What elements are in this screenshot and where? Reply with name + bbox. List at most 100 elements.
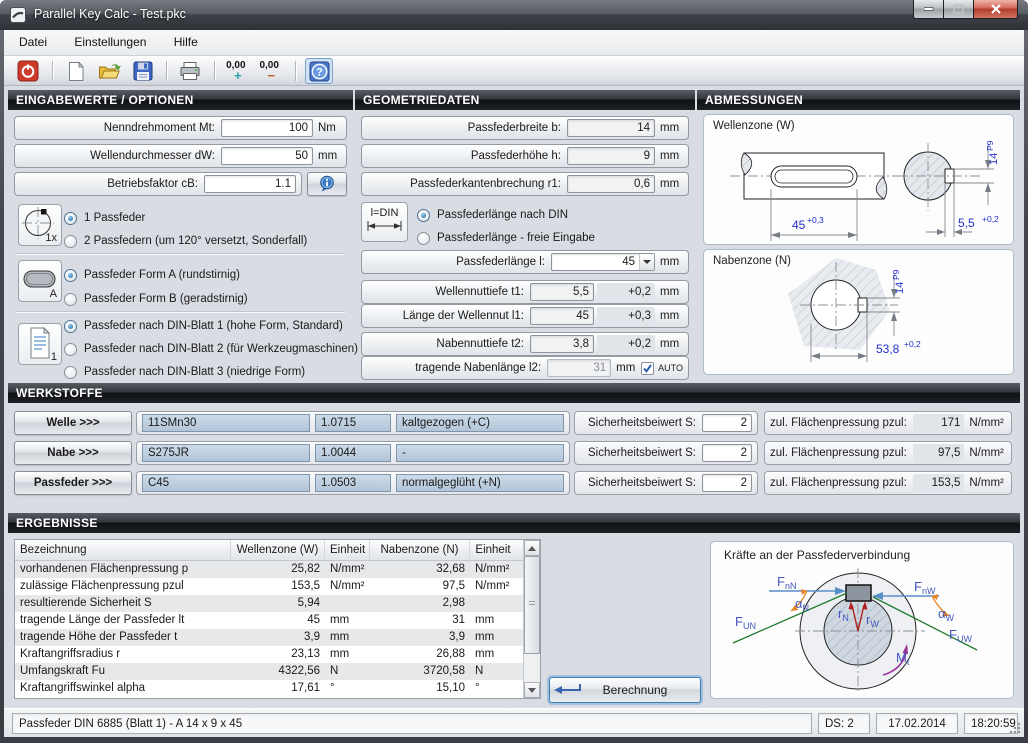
table-row: resultierende Sicherheit S 5,94 2,98 [15, 595, 540, 612]
result-w-unit: mm [325, 629, 370, 646]
field-label: Passfederbreite b: [362, 122, 567, 134]
field-kantenbrechung: Passfederkantenbrechung r1: 0,6 mm [361, 172, 689, 196]
option-label: Passfeder nach DIN-Blatt 2 (für Werkzeug… [77, 343, 358, 355]
result-w: 23,13 [231, 646, 325, 663]
radio-icon[interactable] [64, 320, 77, 333]
passfeder-material-button[interactable]: Passfeder >>> [14, 471, 132, 495]
decimals-increase-icon: 0,00 + [226, 60, 250, 82]
nenndrehmoment-input[interactable]: 100 [221, 119, 313, 137]
new-file-button[interactable] [62, 58, 90, 84]
field-label: Wellendurchmesser dW: [15, 150, 221, 162]
decimals-increase-button[interactable]: 0,00 + [224, 58, 252, 84]
close-icon [991, 4, 1001, 14]
column-header: Einheit [325, 540, 370, 560]
title-bar[interactable]: Parallel Key Calc - Test.pkc [0, 0, 1028, 30]
option-laenge-frei[interactable]: Passfederlänge - freie Eingabe [417, 229, 595, 247]
option-form-b[interactable]: Passfeder Form B (geradstirnig) [64, 290, 248, 308]
icon-label: l=DIN [362, 203, 407, 219]
open-file-icon [98, 61, 121, 81]
result-n: 26,88 [370, 646, 470, 663]
field-label: Sicherheitsbeiwert S: [580, 447, 702, 459]
result-w-unit: N [325, 663, 370, 680]
field-unit: mm [655, 256, 683, 268]
scroll-down-button[interactable] [524, 682, 540, 698]
welle-safety-input[interactable]: 2 [702, 414, 752, 432]
panel-geometry: GEOMETRIEDATEN Passfederbreite b: 14 mm … [355, 90, 695, 379]
scroll-up-button[interactable] [524, 540, 540, 556]
passfeder-material-box: C45 1.0503 normalgeglüht (+N) [136, 471, 570, 495]
result-n-unit: N [470, 663, 516, 680]
menu-bar: Datei Einstellungen Hilfe [4, 30, 1024, 56]
radio-icon[interactable] [417, 209, 430, 222]
maximize-icon [953, 4, 964, 14]
exit-button[interactable] [14, 58, 42, 84]
passfederlaenge-combobox[interactable]: 45 [551, 253, 655, 271]
radio-icon[interactable] [64, 235, 77, 248]
option-2-passfedern[interactable]: 2 Passfedern (um 120° versetzt, Sonderfa… [64, 232, 307, 250]
nabe-safety-input[interactable]: 2 [702, 444, 752, 462]
app-icon [10, 7, 26, 23]
svg-text:+0,2: +0,2 [982, 214, 999, 224]
result-w: 25,82 [231, 561, 325, 578]
menu-einstellungen[interactable]: Einstellungen [65, 30, 155, 54]
close-button[interactable] [973, 0, 1018, 19]
betriebsfaktor-input[interactable]: 1.1 [204, 175, 296, 193]
radio-icon[interactable] [417, 232, 430, 245]
radio-icon[interactable] [64, 293, 77, 306]
status-bar: Passfeder DIN 6885 (Blatt 1) - A 14 x 9 … [4, 708, 1024, 737]
field-label: Nabennuttiefe t2: [362, 338, 530, 350]
maximize-button[interactable] [943, 0, 974, 19]
svg-text:+0,2: +0,2 [904, 339, 921, 349]
minimize-button[interactable] [913, 0, 944, 19]
menu-hilfe[interactable]: Hilfe [165, 30, 207, 54]
welle-material-button[interactable]: Welle >>> [14, 411, 132, 435]
toolbar-separator [295, 61, 296, 81]
menu-datei[interactable]: Datei [10, 30, 56, 54]
help-button[interactable]: ? [305, 58, 333, 84]
result-n: 97,5 [370, 578, 470, 595]
field-laenge-wellennut: Länge der Wellennut l1: 45 +0,3 mm [361, 304, 689, 328]
resize-grip[interactable] [1008, 721, 1022, 735]
button-label: Nabe >>> [47, 447, 98, 459]
auto-checkbox[interactable] [641, 362, 654, 375]
material-number: 1.0715 [315, 414, 391, 432]
toolbar-separator [214, 61, 215, 81]
option-din-blatt-2[interactable]: Passfeder nach DIN-Blatt 2 (für Werkzeug… [64, 340, 358, 358]
radio-icon[interactable] [64, 212, 77, 225]
decimals-decrease-button[interactable]: 0,00 − [257, 58, 285, 84]
option-laenge-din[interactable]: Passfederlänge nach DIN [417, 206, 568, 224]
minimize-icon [924, 7, 934, 11]
option-din-blatt-1[interactable]: Passfeder nach DIN-Blatt 1 (hohe Form, S… [64, 317, 343, 335]
table-row: Umfangskraft Fu 4322,56 N 3720,58 N [15, 663, 540, 680]
passfeder-safety-input[interactable]: 2 [702, 474, 752, 492]
field-passfederlaenge: Passfederlänge l: 45 mm [361, 250, 689, 274]
combo-dropdown-button[interactable] [639, 254, 654, 270]
result-w: 17,61 [231, 680, 325, 697]
scrollbar-thumb[interactable] [524, 556, 540, 654]
open-file-button[interactable] [95, 58, 123, 84]
option-din-blatt-3[interactable]: Passfeder nach DIN-Blatt 3 (niedrige For… [64, 363, 305, 381]
option-1-passfeder[interactable]: 1 Passfeder [64, 209, 145, 227]
radio-icon[interactable] [64, 343, 77, 356]
radio-icon[interactable] [64, 366, 77, 379]
radio-icon[interactable] [64, 269, 77, 282]
info-button[interactable] [307, 172, 347, 196]
wellendurchmesser-input[interactable]: 50 [221, 147, 313, 165]
berechnung-button[interactable]: Berechnung [549, 677, 701, 703]
svg-text:FUN: FUN [735, 614, 756, 631]
field-label: zul. Flächenpressung pzul: [770, 447, 913, 459]
print-button[interactable] [176, 58, 204, 84]
field-unit: Nm [313, 122, 341, 134]
nabe-material-box: S275JR 1.0044 - [136, 441, 570, 465]
material-treatment: normalgeglüht (+N) [396, 474, 564, 492]
tolerance-value: +0,2 [597, 335, 655, 353]
panel-results: ERGEBNISSE Bezeichnung Wellenzone (W) Ei… [8, 513, 1020, 705]
option-form-a[interactable]: Passfeder Form A (rundstirnig) [64, 266, 240, 284]
panel-dimensions: ABMESSUNGEN Wellenzone (W) [697, 90, 1020, 379]
save-button[interactable] [129, 58, 157, 84]
material-name: 11SMn30 [142, 414, 310, 432]
toolbar-separator [166, 61, 167, 81]
results-scrollbar[interactable] [523, 540, 540, 698]
nabe-material-button[interactable]: Nabe >>> [14, 441, 132, 465]
combo-value: 45 [552, 256, 639, 268]
